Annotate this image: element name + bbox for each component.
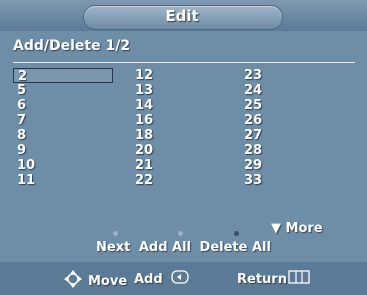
channel-item[interactable]: 24 — [240, 83, 340, 98]
channel-item[interactable]: 12 — [131, 68, 231, 83]
channel-item[interactable]: 28 — [240, 143, 340, 158]
channel-item[interactable]: 13 — [131, 83, 231, 98]
add-label: Add — [134, 271, 163, 287]
channel-item[interactable]: 16 — [131, 113, 231, 128]
page-indicator-dot — [178, 231, 183, 236]
channel-item[interactable]: 7 — [13, 113, 113, 128]
return-label: Return — [237, 271, 287, 287]
triangle-down-icon: ▼ — [271, 221, 281, 236]
section-title: Add/Delete 1/2 — [13, 38, 131, 54]
channel-item[interactable]: 6 — [13, 98, 113, 113]
channel-column-2: 12 13 14 16 18 20 21 22 — [131, 68, 231, 188]
add-all-button[interactable]: Add All — [139, 240, 191, 255]
channel-column-1: 2 5 6 7 8 9 10 11 — [13, 68, 113, 188]
channel-item[interactable]: 5 — [13, 83, 113, 98]
page-title: Edit — [165, 7, 199, 25]
action-row: Next Add All Delete All — [0, 240, 367, 255]
channel-item[interactable]: 33 — [240, 173, 340, 188]
channel-item[interactable]: 8 — [13, 128, 113, 143]
channel-item[interactable]: 9 — [13, 143, 113, 158]
channel-column-3: 23 24 25 26 27 28 29 33 — [240, 68, 340, 188]
enter-icon — [171, 270, 189, 288]
page-indicator-dot — [113, 231, 118, 236]
channel-item[interactable]: 26 — [240, 113, 340, 128]
channel-item[interactable]: 27 — [240, 128, 340, 143]
more-label: More — [285, 221, 323, 236]
channel-item[interactable]: 2 — [13, 68, 113, 84]
channel-item[interactable]: 18 — [131, 128, 231, 143]
channel-item[interactable]: 14 — [131, 98, 231, 113]
channel-item[interactable]: 25 — [240, 98, 340, 113]
move-arrows-icon — [64, 270, 82, 292]
footer-add-hint: Add — [134, 270, 189, 288]
more-button[interactable]: ▼ More — [271, 221, 323, 236]
delete-all-button[interactable]: Delete All — [200, 240, 271, 255]
channel-item[interactable]: 11 — [13, 173, 113, 188]
move-label: Move — [88, 273, 128, 289]
page-indicator-dot — [234, 231, 239, 236]
channel-item[interactable]: 20 — [131, 143, 231, 158]
return-icon — [288, 270, 310, 288]
channel-item[interactable]: 23 — [240, 68, 340, 83]
next-button[interactable]: Next — [96, 240, 130, 255]
channel-item[interactable]: 10 — [13, 158, 113, 173]
channel-item[interactable]: 22 — [131, 173, 231, 188]
divider — [13, 62, 355, 63]
footer-move-hint: Move — [64, 270, 127, 292]
channel-item[interactable]: 29 — [240, 158, 340, 173]
footer-return-hint: Return — [237, 270, 310, 288]
channel-item[interactable]: 21 — [131, 158, 231, 173]
channel-grid: 2 5 6 7 8 9 10 11 12 13 14 16 18 20 21 2… — [13, 68, 353, 216]
